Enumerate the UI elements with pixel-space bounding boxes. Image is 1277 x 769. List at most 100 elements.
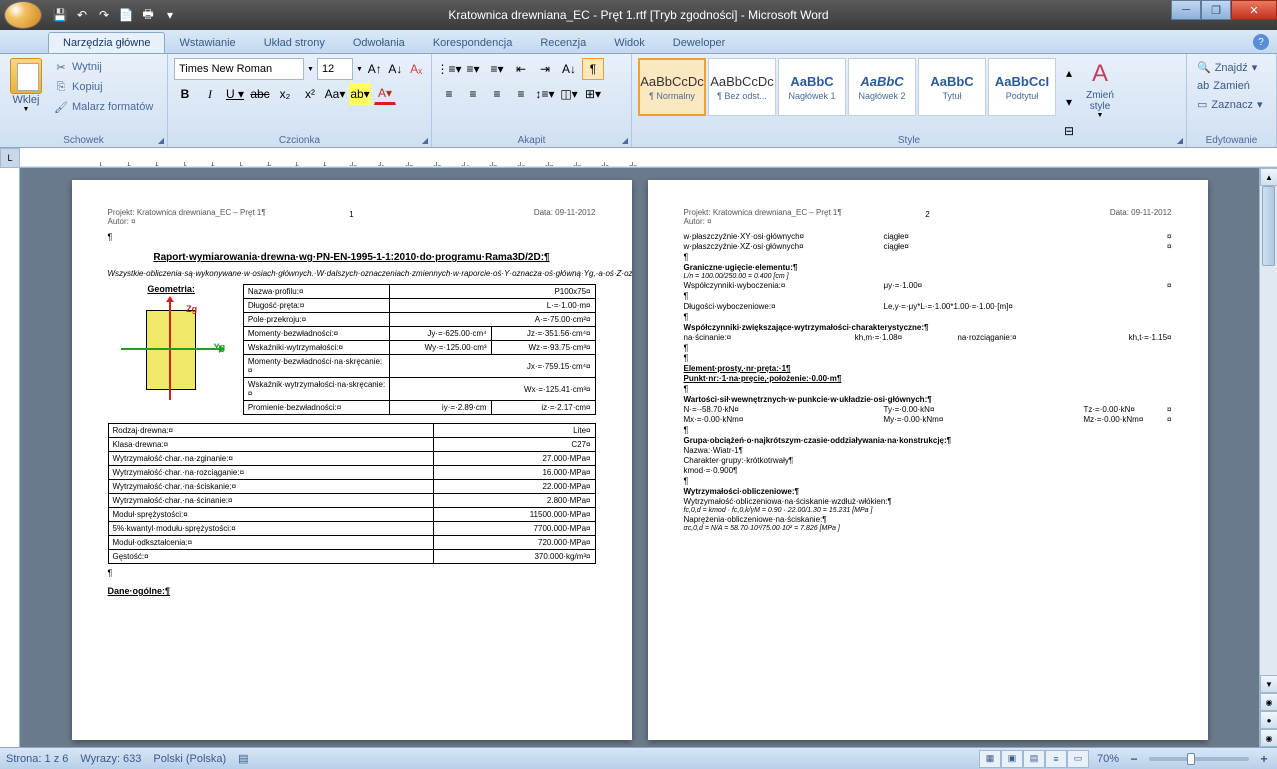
tab-review[interactable]: Recenzja bbox=[526, 33, 600, 53]
qat-dropdown-icon[interactable]: ▾ bbox=[160, 5, 180, 25]
vertical-ruler[interactable] bbox=[0, 168, 20, 747]
style-nospacing[interactable]: AaBbCcDc ¶ Bez odst... bbox=[708, 58, 776, 116]
scroll-up-button[interactable]: ▲ bbox=[1260, 168, 1277, 186]
format-painter-button[interactable]: 🖌Malarz formatów bbox=[50, 98, 157, 116]
scroll-thumb[interactable] bbox=[1262, 186, 1275, 266]
copy-button[interactable]: ⎘Kopiuj bbox=[50, 78, 157, 96]
change-case-button[interactable]: Aa▾ bbox=[324, 83, 346, 105]
style-subtitle[interactable]: AaBbCcI Podtytuł bbox=[988, 58, 1056, 116]
superscript-button[interactable]: x² bbox=[299, 83, 321, 105]
shrink-font-button[interactable]: A↓ bbox=[387, 58, 405, 80]
select-button[interactable]: ▭Zaznacz ▾ bbox=[1193, 95, 1270, 114]
style-heading1[interactable]: AaBbC Nagłówek 1 bbox=[778, 58, 846, 116]
paste-dropdown-icon[interactable]: ▼ bbox=[23, 106, 30, 113]
scroll-down-button[interactable]: ▼ bbox=[1260, 675, 1277, 693]
next-page-button[interactable]: ◉ bbox=[1260, 729, 1277, 747]
font-dialog-launcher[interactable]: ◢ bbox=[422, 136, 428, 145]
font-name-dropdown-icon[interactable]: ▼ bbox=[307, 66, 314, 73]
tab-insert[interactable]: Wstawianie bbox=[165, 33, 249, 53]
font-name-select[interactable] bbox=[174, 58, 304, 80]
tab-references[interactable]: Odwołania bbox=[339, 33, 419, 53]
language-status[interactable]: Polski (Polska) bbox=[153, 753, 226, 765]
zoom-out-button[interactable]: − bbox=[1127, 752, 1141, 766]
styles-dialog-launcher[interactable]: ◢ bbox=[1177, 136, 1183, 145]
macro-icon[interactable]: ▤ bbox=[238, 752, 248, 765]
bullets-button[interactable]: ⋮≡▾ bbox=[438, 58, 460, 80]
zoom-level[interactable]: 70% bbox=[1097, 753, 1119, 765]
paste-button[interactable]: Wklej ▼ bbox=[6, 58, 46, 145]
save-icon[interactable]: 💾 bbox=[50, 5, 70, 25]
web-layout-view[interactable]: ▤ bbox=[1023, 750, 1045, 768]
draft-view[interactable]: ▭ bbox=[1067, 750, 1089, 768]
print-icon[interactable]: 🖶 bbox=[138, 5, 158, 25]
bold-button[interactable]: B bbox=[174, 83, 196, 105]
prev-page-button[interactable]: ◉ bbox=[1260, 693, 1277, 711]
justify-button[interactable]: ≡ bbox=[510, 83, 532, 105]
font-size-dropdown-icon[interactable]: ▼ bbox=[356, 66, 363, 73]
font-size-select[interactable] bbox=[317, 58, 353, 80]
line-spacing-button[interactable]: ↕≡▾ bbox=[534, 83, 556, 105]
close-button[interactable]: ✕ bbox=[1231, 0, 1277, 20]
find-button[interactable]: 🔍Znajdź ▾ bbox=[1193, 58, 1270, 77]
horizontal-ruler[interactable]: 1234567891011121314151617181920 bbox=[20, 148, 1277, 166]
browse-object-button[interactable]: ● bbox=[1260, 711, 1277, 729]
align-left-button[interactable]: ≡ bbox=[438, 83, 460, 105]
font-color-button[interactable]: A▾ bbox=[374, 83, 396, 105]
strikethrough-button[interactable]: abc bbox=[249, 83, 271, 105]
underline-button[interactable]: U ▾ bbox=[224, 83, 246, 105]
show-marks-button[interactable]: ¶ bbox=[582, 58, 604, 80]
zoom-thumb[interactable] bbox=[1187, 753, 1195, 765]
print-layout-view[interactable]: ▦ bbox=[979, 750, 1001, 768]
shading-button[interactable]: ◫▾ bbox=[558, 83, 580, 105]
tab-mail[interactable]: Korespondencja bbox=[419, 33, 527, 53]
tab-developer[interactable]: Deweloper bbox=[659, 33, 740, 53]
style-name-label: ¶ Normalny bbox=[649, 91, 695, 101]
text: w·płaszczyźnie·XZ·osi·głównych¤ bbox=[684, 242, 884, 251]
grow-font-button[interactable]: A↑ bbox=[366, 58, 384, 80]
maximize-button[interactable]: ❐ bbox=[1201, 0, 1231, 20]
tab-layout[interactable]: Układ strony bbox=[250, 33, 339, 53]
decrease-indent-button[interactable]: ⇤ bbox=[510, 58, 532, 80]
clipboard-dialog-launcher[interactable]: ◢ bbox=[158, 136, 164, 145]
tab-home[interactable]: Narzędzia główne bbox=[48, 32, 165, 53]
style-heading2[interactable]: AaBbC Nagłówek 2 bbox=[848, 58, 916, 116]
outline-view[interactable]: ≡ bbox=[1045, 750, 1067, 768]
full-screen-view[interactable]: ▣ bbox=[1001, 750, 1023, 768]
page-number: 1 bbox=[349, 210, 353, 219]
change-styles-button[interactable]: A Zmień style ▼ bbox=[1078, 58, 1122, 145]
office-button[interactable] bbox=[4, 1, 42, 29]
numbering-button[interactable]: ≡▾ bbox=[462, 58, 484, 80]
style-normal[interactable]: AaBbCcDc ¶ Normalny bbox=[638, 58, 706, 116]
help-button[interactable]: ? bbox=[1253, 34, 1269, 50]
new-icon[interactable]: 📄 bbox=[116, 5, 136, 25]
replace-button[interactable]: abZamień bbox=[1193, 77, 1270, 95]
cut-button[interactable]: ✂Wytnij bbox=[50, 58, 157, 76]
header-author: Autor: ¤ bbox=[684, 217, 842, 226]
zoom-slider[interactable] bbox=[1149, 757, 1249, 761]
styles-scroll-down[interactable]: ▾ bbox=[1058, 93, 1080, 111]
highlight-button[interactable]: ab▾ bbox=[349, 83, 371, 105]
document-page-1[interactable]: Projekt: Kratownica drewniana_EC – Pręt … bbox=[72, 180, 632, 740]
document-page-2[interactable]: Projekt: Kratownica drewniana_EC – Pręt … bbox=[648, 180, 1208, 740]
italic-button[interactable]: I bbox=[199, 83, 221, 105]
paragraph-dialog-launcher[interactable]: ◢ bbox=[622, 136, 628, 145]
vertical-scrollbar[interactable]: ▲ ▼ ◉ ● ◉ bbox=[1259, 168, 1277, 747]
tab-selector[interactable]: L bbox=[0, 148, 20, 168]
word-count[interactable]: Wyrazy: 633 bbox=[80, 753, 141, 765]
multilevel-button[interactable]: ≡▾ bbox=[486, 58, 508, 80]
redo-icon[interactable]: ↷ bbox=[94, 5, 114, 25]
page-status[interactable]: Strona: 1 z 6 bbox=[6, 753, 68, 765]
zoom-in-button[interactable]: + bbox=[1257, 752, 1271, 766]
align-center-button[interactable]: ≡ bbox=[462, 83, 484, 105]
increase-indent-button[interactable]: ⇥ bbox=[534, 58, 556, 80]
undo-icon[interactable]: ↶ bbox=[72, 5, 92, 25]
sort-button[interactable]: A↓ bbox=[558, 58, 580, 80]
borders-button[interactable]: ⊞▾ bbox=[582, 83, 604, 105]
styles-scroll-up[interactable]: ▴ bbox=[1058, 64, 1080, 82]
clear-formatting-button[interactable]: Aₓ bbox=[407, 58, 425, 80]
align-right-button[interactable]: ≡ bbox=[486, 83, 508, 105]
tab-view[interactable]: Widok bbox=[600, 33, 659, 53]
style-title[interactable]: AaBbC Tytuł bbox=[918, 58, 986, 116]
minimize-button[interactable]: ─ bbox=[1171, 0, 1201, 20]
subscript-button[interactable]: x₂ bbox=[274, 83, 296, 105]
